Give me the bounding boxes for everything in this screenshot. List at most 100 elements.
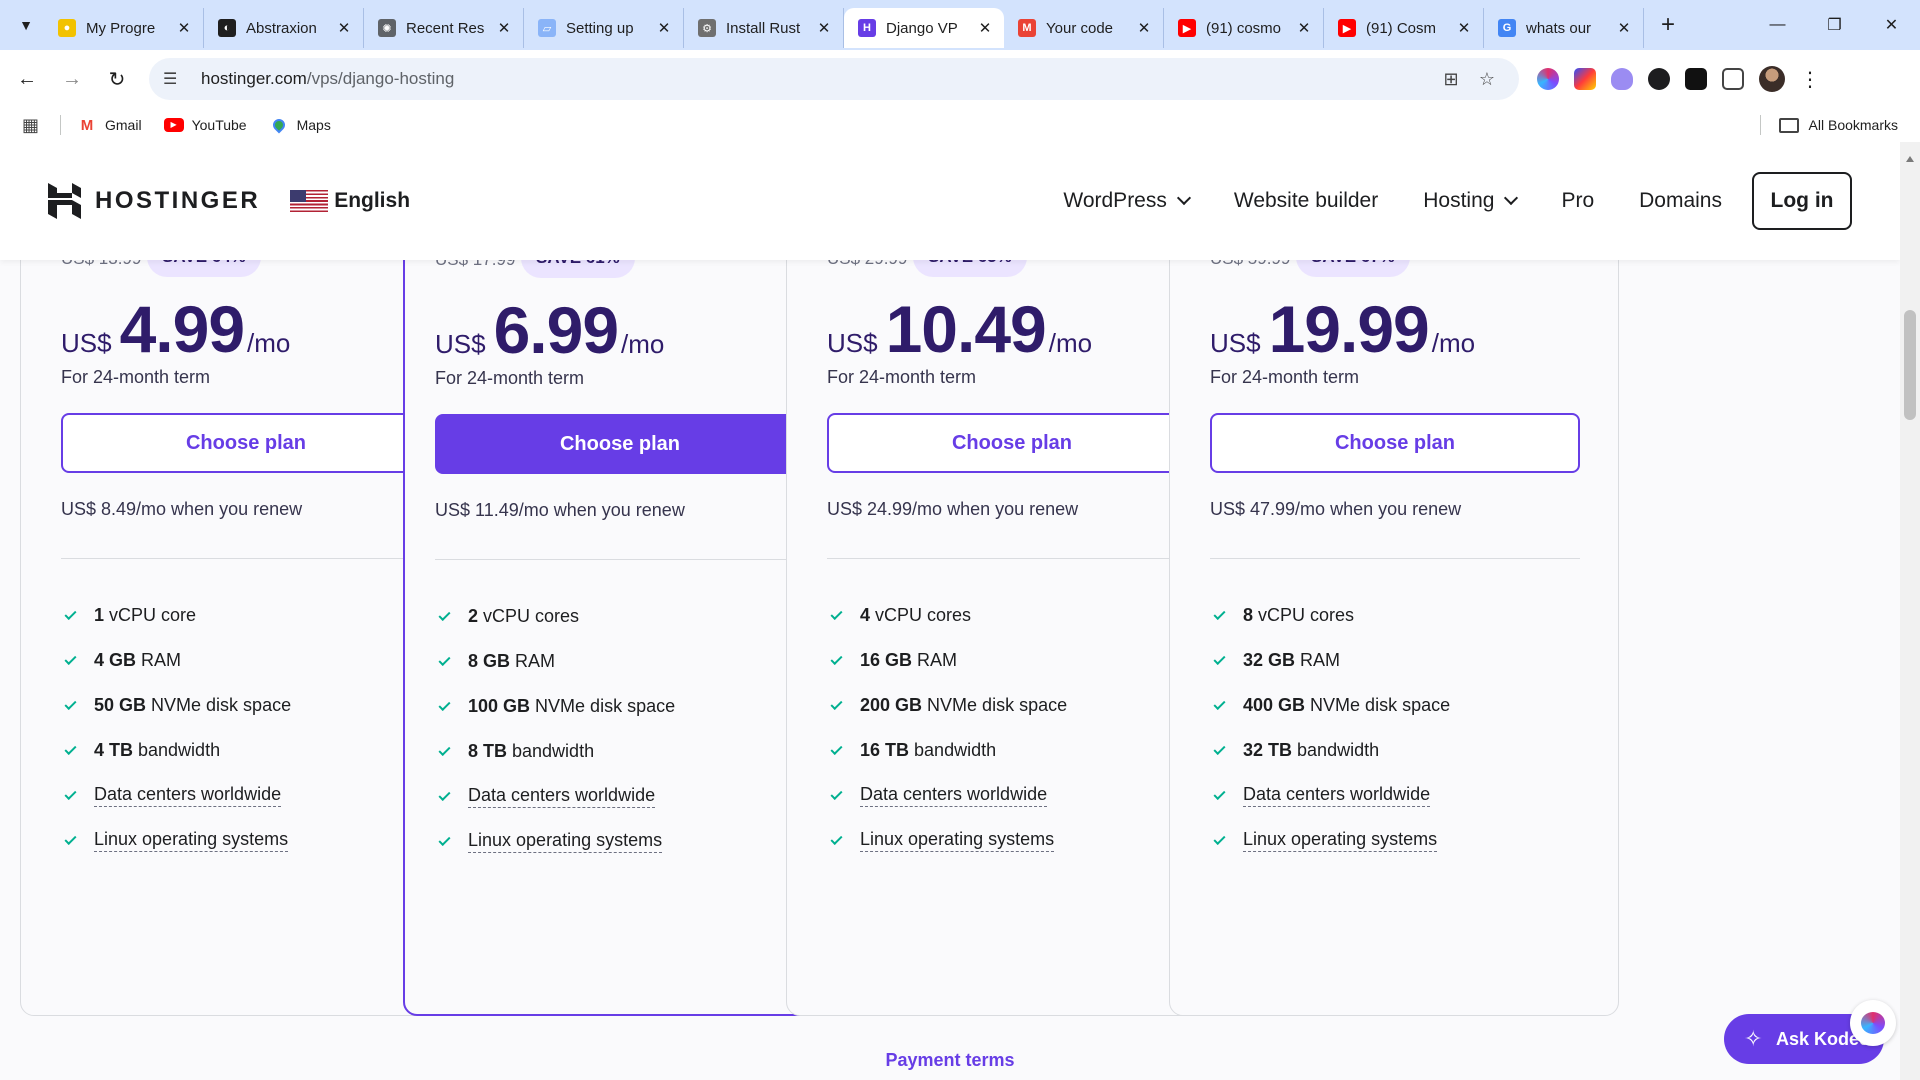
close-tab-icon[interactable]: ✕ <box>1455 19 1473 37</box>
menu-dots-icon[interactable]: ⋮ <box>1800 67 1820 92</box>
nav-item-pro[interactable]: Pro <box>1561 189 1594 213</box>
tab-title: (91) Cosm <box>1366 19 1437 37</box>
extension-cloud-icon[interactable] <box>1611 68 1633 90</box>
feature-value: 16 TB <box>860 740 910 760</box>
bookmark-list: M Gmail ▶ YouTube Maps <box>77 116 353 134</box>
folder-icon <box>1778 117 1799 133</box>
feature-text: NVMe disk space <box>927 695 1068 715</box>
bookmarks-divider <box>60 115 61 135</box>
feature-tooltip-link[interactable]: Linux operating systems <box>1243 829 1438 852</box>
close-tab-icon[interactable]: ✕ <box>815 19 833 37</box>
all-bookmarks-label: All Bookmarks <box>1808 117 1898 133</box>
price: US$ 10.49/mo <box>827 291 1092 367</box>
feature-text: RAM <box>515 651 556 671</box>
tab-favicon-icon: ▱ <box>538 19 556 37</box>
login-button[interactable]: Log in <box>1752 172 1852 230</box>
price-currency: US$ <box>435 329 486 359</box>
extension-brain-icon[interactable] <box>1537 68 1559 90</box>
tab-favicon-icon: ⚙ <box>698 19 716 37</box>
address-bar[interactable]: ☰ hostinger.com/vps/django-hosting ⊞ ☆ <box>149 58 1519 100</box>
forward-button[interactable]: → <box>54 61 90 97</box>
install-app-icon[interactable]: ⊞ <box>1433 69 1469 90</box>
feature-tooltip-link[interactable]: Linux operating systems <box>94 829 289 852</box>
feature-tooltip-link[interactable]: Linux operating systems <box>468 830 663 853</box>
browser-tab[interactable]: ▶ (91) cosmo ✕ <box>1164 8 1324 48</box>
choose-plan-button[interactable]: Choose plan <box>1210 413 1580 473</box>
close-tab-icon[interactable]: ✕ <box>495 19 513 37</box>
extension-pen-icon[interactable] <box>1685 68 1707 90</box>
feature-text: NVMe disk space <box>535 696 676 716</box>
bookmark-star-icon[interactable]: ☆ <box>1469 69 1505 90</box>
browser-tab[interactable]: Gwhats our ✕ <box>1484 8 1644 48</box>
page-scrollbar[interactable] <box>1900 142 1920 1080</box>
new-tab-button[interactable]: + <box>1652 9 1684 41</box>
feature-tooltip-link[interactable]: Data centers worldwide <box>468 785 656 808</box>
feature-value: 200 GB <box>860 695 923 715</box>
choose-plan-button[interactable]: Choose plan <box>61 413 431 473</box>
site-info-icon[interactable]: ☰ <box>163 69 187 89</box>
close-tab-icon[interactable]: ✕ <box>1615 19 1633 37</box>
feature-text: vCPU cores <box>875 605 972 625</box>
checkmark-icon <box>1213 742 1226 755</box>
feature-value: 32 GB <box>1243 650 1296 670</box>
checkmark-icon <box>1213 832 1226 845</box>
apps-grid-icon[interactable]: ▦ <box>22 115 42 136</box>
scrollbar-thumb[interactable] <box>1904 310 1916 420</box>
minimize-button[interactable]: — <box>1749 0 1806 50</box>
back-button[interactable]: ← <box>9 61 45 97</box>
browser-tab[interactable]: ▶ (91) Cosm ✕ <box>1324 8 1484 48</box>
renewal-price: US$ 24.99/mo when you renew <box>827 499 1079 519</box>
url-text[interactable]: hostinger.com/vps/django-hosting <box>201 69 1433 89</box>
all-bookmarks-button[interactable]: All Bookmarks <box>1759 115 1898 135</box>
us-flag-icon <box>290 190 329 212</box>
choose-plan-button[interactable]: Choose plan <box>827 413 1197 473</box>
extension-s-icon[interactable] <box>1648 68 1670 90</box>
hostinger-logo[interactable]: HOSTINGER <box>48 183 260 219</box>
tab-favicon-icon: H <box>858 19 876 37</box>
reload-button[interactable]: ↻ <box>99 61 135 97</box>
extension-color-icon[interactable] <box>1574 68 1596 90</box>
youtube-icon: ▶ <box>163 117 184 133</box>
nav-item-wordpress[interactable]: WordPress <box>1063 189 1191 213</box>
main-nav: WordPress Website builder Hosting Pro Domain… <box>1018 189 1722 213</box>
extensions-puzzle-icon[interactable] <box>1722 68 1744 90</box>
browser-tab[interactable]: ⚙ Install Rust ✕ <box>684 8 844 48</box>
choose-plan-button[interactable]: Choose plan <box>435 414 805 474</box>
close-tab-icon[interactable]: ✕ <box>1295 19 1313 37</box>
nav-item-website-builder[interactable]: Website builder <box>1234 189 1378 213</box>
feature-item: Data centers worldwide <box>1210 773 1580 818</box>
browser-tab[interactable]: ◐ Abstraxion ✕ <box>204 8 364 48</box>
scroll-up-arrow-icon[interactable] <box>1906 156 1914 162</box>
bookmark-maps[interactable]: Maps <box>269 116 331 134</box>
ai-assistant-bubble[interactable] <box>1850 1000 1896 1046</box>
feature-tooltip-link[interactable]: Data centers worldwide <box>1243 784 1431 807</box>
checkmark-icon <box>830 832 843 845</box>
nav-item-domains[interactable]: Domains <box>1639 189 1722 213</box>
close-tab-icon[interactable]: ✕ <box>175 19 193 37</box>
close-tab-icon[interactable]: ✕ <box>1135 19 1153 37</box>
close-window-button[interactable]: ✕ <box>1863 0 1920 50</box>
payment-terms-link[interactable]: Payment terms <box>0 1050 1900 1071</box>
close-tab-icon[interactable]: ✕ <box>655 19 673 37</box>
bookmark-label: Maps <box>296 117 331 133</box>
close-tab-icon[interactable]: ✕ <box>976 19 994 37</box>
tab-title: Abstraxion <box>246 19 317 37</box>
bookmark-gmail[interactable]: M Gmail <box>77 117 142 134</box>
browser-tab[interactable]: ▱ Setting up ✕ <box>524 8 684 48</box>
price-currency: US$ <box>61 328 112 358</box>
language-selector[interactable]: English <box>290 189 410 213</box>
bookmark-youtube[interactable]: ▶ YouTube <box>163 117 247 133</box>
close-tab-icon[interactable]: ✕ <box>335 19 353 37</box>
browser-tab[interactable]: ✺ Recent Res ✕ <box>364 8 524 48</box>
browser-tab[interactable]: ● My Progre ✕ <box>44 8 204 48</box>
feature-tooltip-link[interactable]: Data centers worldwide <box>860 784 1048 807</box>
feature-tooltip-link[interactable]: Data centers worldwide <box>94 784 282 807</box>
browser-tab[interactable]: M Your code ✕ <box>1004 8 1164 48</box>
profile-avatar[interactable] <box>1759 66 1785 92</box>
browser-tab[interactable]: H Django VP ✕ <box>844 8 1004 48</box>
feature-tooltip-link[interactable]: Linux operating systems <box>860 829 1055 852</box>
tab-search-button[interactable]: ▼ <box>8 7 44 43</box>
feature-text: bandwidth <box>914 740 997 760</box>
nav-item-hosting[interactable]: Hosting <box>1423 189 1519 213</box>
restore-button[interactable]: ❐ <box>1806 0 1863 50</box>
